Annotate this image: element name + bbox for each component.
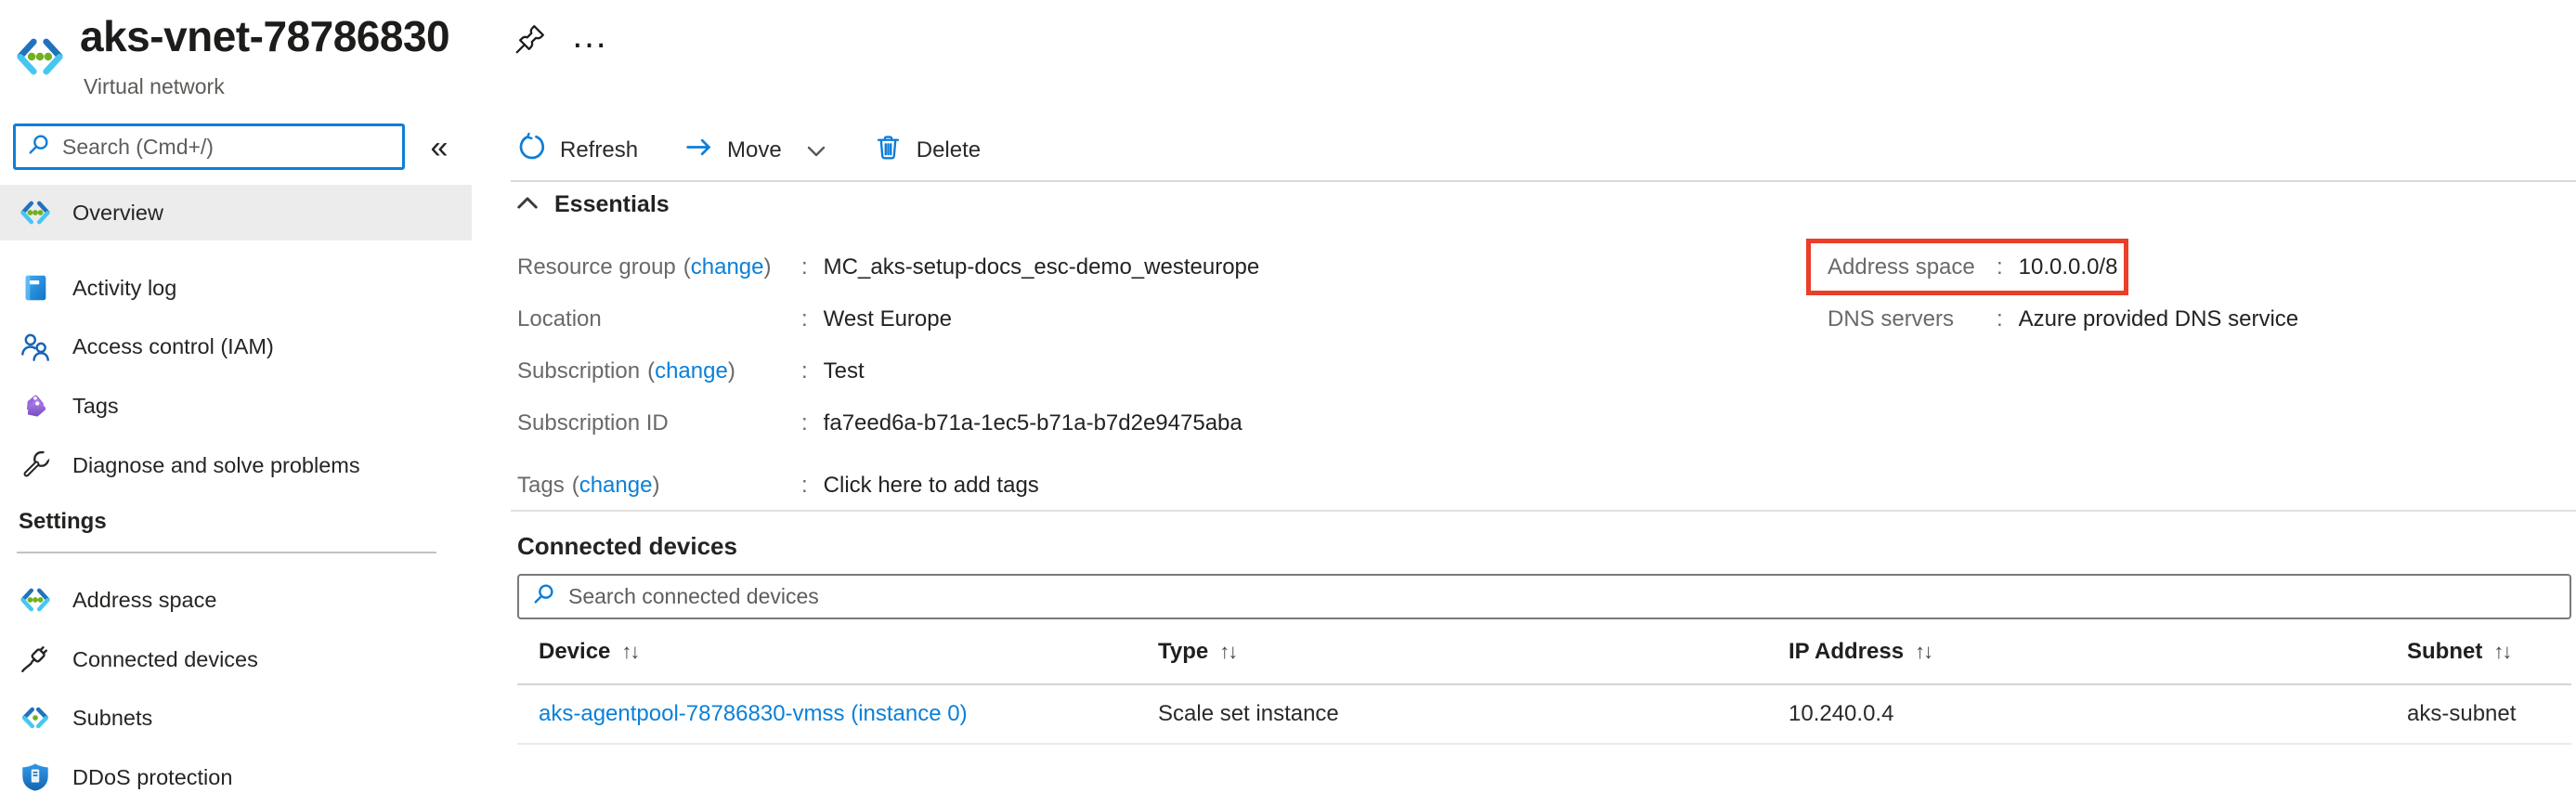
sidebar-item-diagnose[interactable]: Diagnose and solve problems bbox=[0, 436, 472, 494]
address-space-row: Address space : 10.0.0.0/8 bbox=[1828, 249, 2117, 286]
essentials-title: Essentials bbox=[554, 191, 670, 218]
delete-button[interactable]: Delete bbox=[874, 133, 981, 168]
sidebar-item-tags[interactable]: Tags bbox=[0, 377, 472, 435]
location-value: West Europe bbox=[824, 306, 952, 332]
search-icon bbox=[532, 582, 556, 611]
column-header-subnet[interactable]: Subnet ↑↓ bbox=[2407, 639, 2571, 665]
sidebar-item-label: Tags bbox=[72, 394, 119, 419]
delete-label: Delete bbox=[917, 137, 981, 163]
sidebar-item-label: Subnets bbox=[72, 706, 152, 731]
arrow-right-icon bbox=[684, 133, 713, 168]
tags-value-link[interactable]: Click here to add tags bbox=[824, 473, 1039, 499]
refresh-button[interactable]: Refresh bbox=[517, 133, 638, 168]
device-type-cell: Scale set instance bbox=[1158, 701, 1789, 727]
location-row: Location : West Europe bbox=[517, 301, 952, 338]
subscription-id-label: Subscription ID bbox=[517, 410, 801, 436]
move-label: Move bbox=[727, 137, 782, 163]
toolbar-divider bbox=[511, 180, 2576, 182]
sidebar-section-settings: Settings bbox=[19, 509, 107, 535]
sort-arrows-icon: ↑↓ bbox=[621, 640, 638, 664]
refresh-icon bbox=[517, 133, 546, 168]
subscription-id-row: Subscription ID : fa7eed6a-b71a-1ec5-b71… bbox=[517, 405, 1242, 442]
double-chevron-left-icon: « bbox=[431, 130, 449, 166]
sidebar: « Overview Activity log bbox=[0, 0, 472, 789]
pin-button[interactable] bbox=[510, 20, 551, 61]
command-bar: Refresh Move Delete bbox=[517, 129, 1027, 172]
subscription-label: Subscription bbox=[517, 358, 640, 384]
table-header-row: Device ↑↓ Type ↑↓ IP Address ↑↓ Subnet ↑… bbox=[517, 619, 2571, 685]
virtual-network-icon bbox=[19, 583, 52, 617]
subnet-icon bbox=[19, 701, 52, 734]
sidebar-item-connected-devices[interactable]: Connected devices bbox=[0, 630, 472, 688]
sidebar-item-label: DDoS protection bbox=[72, 765, 232, 790]
resource-group-change-link[interactable]: change bbox=[691, 254, 764, 280]
chevron-down-icon[interactable] bbox=[805, 139, 827, 162]
sidebar-collapse-button[interactable]: « bbox=[418, 128, 461, 167]
connected-devices-title: Connected devices bbox=[517, 532, 737, 561]
sidebar-item-label: Activity log bbox=[72, 276, 176, 301]
search-icon bbox=[27, 133, 51, 162]
subscription-change-link[interactable]: change bbox=[655, 358, 728, 384]
dns-servers-row: DNS servers : Azure provided DNS service bbox=[1828, 301, 2298, 338]
connected-devices-search-input[interactable] bbox=[568, 584, 2569, 609]
table-row: aks-agentpool-78786830-vmss (instance 0)… bbox=[517, 685, 2571, 745]
sidebar-item-overview[interactable]: Overview bbox=[0, 185, 472, 240]
subscription-row: Subscription(change) : Test bbox=[517, 353, 865, 390]
more-options-button[interactable]: … bbox=[563, 9, 618, 61]
sidebar-item-address-space[interactable]: Address space bbox=[0, 571, 472, 629]
dns-servers-label: DNS servers bbox=[1828, 306, 1997, 332]
activity-log-icon bbox=[19, 271, 52, 305]
ellipsis-icon: … bbox=[571, 15, 611, 57]
sidebar-item-label: Overview bbox=[72, 201, 163, 226]
essentials-panel: Resource group(change) : MC_aks-setup-do… bbox=[517, 241, 2576, 511]
sort-arrows-icon: ↑↓ bbox=[1219, 640, 1236, 664]
virtual-network-icon bbox=[19, 196, 52, 229]
sidebar-divider bbox=[17, 552, 436, 553]
sidebar-search-box[interactable] bbox=[13, 124, 405, 170]
section-divider bbox=[511, 510, 2576, 512]
connected-devices-search-box[interactable] bbox=[517, 574, 2571, 619]
plug-icon bbox=[19, 643, 52, 676]
refresh-label: Refresh bbox=[560, 137, 638, 163]
sidebar-item-subnets[interactable]: Subnets bbox=[0, 689, 472, 747]
sidebar-item-label: Address space bbox=[72, 588, 216, 613]
access-control-icon bbox=[19, 330, 52, 363]
sidebar-item-label: Access control (IAM) bbox=[72, 334, 274, 359]
tags-change-link[interactable]: change bbox=[579, 473, 653, 498]
sort-arrows-icon: ↑↓ bbox=[2493, 640, 2510, 664]
subscription-value-link[interactable]: Test bbox=[824, 358, 865, 384]
device-link[interactable]: aks-agentpool-78786830-vmss (instance 0) bbox=[539, 701, 968, 726]
move-button[interactable]: Move bbox=[684, 133, 827, 168]
connected-devices-table: Device ↑↓ Type ↑↓ IP Address ↑↓ Subnet ↑… bbox=[517, 619, 2571, 745]
chevron-up-icon bbox=[516, 195, 539, 215]
device-subnet-cell: aks-subnet bbox=[2407, 701, 2571, 727]
wrench-icon bbox=[19, 448, 52, 482]
sort-arrows-icon: ↑↓ bbox=[1915, 640, 1932, 664]
tags-icon bbox=[19, 389, 52, 422]
subscription-id-value: fa7eed6a-b71a-1ec5-b71a-b7d2e9475aba bbox=[824, 410, 1242, 436]
sidebar-item-access-control[interactable]: Access control (IAM) bbox=[0, 318, 472, 375]
sidebar-item-label: Connected devices bbox=[72, 647, 258, 672]
device-ip-cell: 10.240.0.4 bbox=[1789, 701, 2407, 727]
sidebar-search-input[interactable] bbox=[62, 135, 402, 160]
column-header-ip-address[interactable]: IP Address ↑↓ bbox=[1789, 639, 2407, 665]
address-space-label: Address space bbox=[1828, 254, 1997, 280]
resource-group-value-link[interactable]: MC_aks-setup-docs_esc-demo_westeurope bbox=[824, 254, 1260, 280]
pin-icon bbox=[513, 21, 548, 61]
resource-group-label: Resource group bbox=[517, 254, 676, 280]
column-header-type[interactable]: Type ↑↓ bbox=[1158, 639, 1789, 665]
essentials-collapse-header[interactable]: Essentials bbox=[516, 191, 670, 218]
tags-label: Tags bbox=[517, 473, 565, 498]
column-header-device[interactable]: Device ↑↓ bbox=[539, 639, 1158, 665]
sidebar-item-activity-log[interactable]: Activity log bbox=[0, 259, 472, 317]
resource-group-row: Resource group(change) : MC_aks-setup-do… bbox=[517, 249, 1259, 286]
tags-row: Tags(change) : Click here to add tags bbox=[517, 467, 1039, 504]
location-label: Location bbox=[517, 306, 801, 332]
dns-servers-value: Azure provided DNS service bbox=[2019, 306, 2298, 332]
trash-icon bbox=[874, 133, 903, 168]
sidebar-item-ddos-protection[interactable]: DDoS protection bbox=[0, 748, 472, 806]
address-space-value: 10.0.0.0/8 bbox=[2019, 254, 2118, 280]
sidebar-item-label: Diagnose and solve problems bbox=[72, 453, 360, 478]
